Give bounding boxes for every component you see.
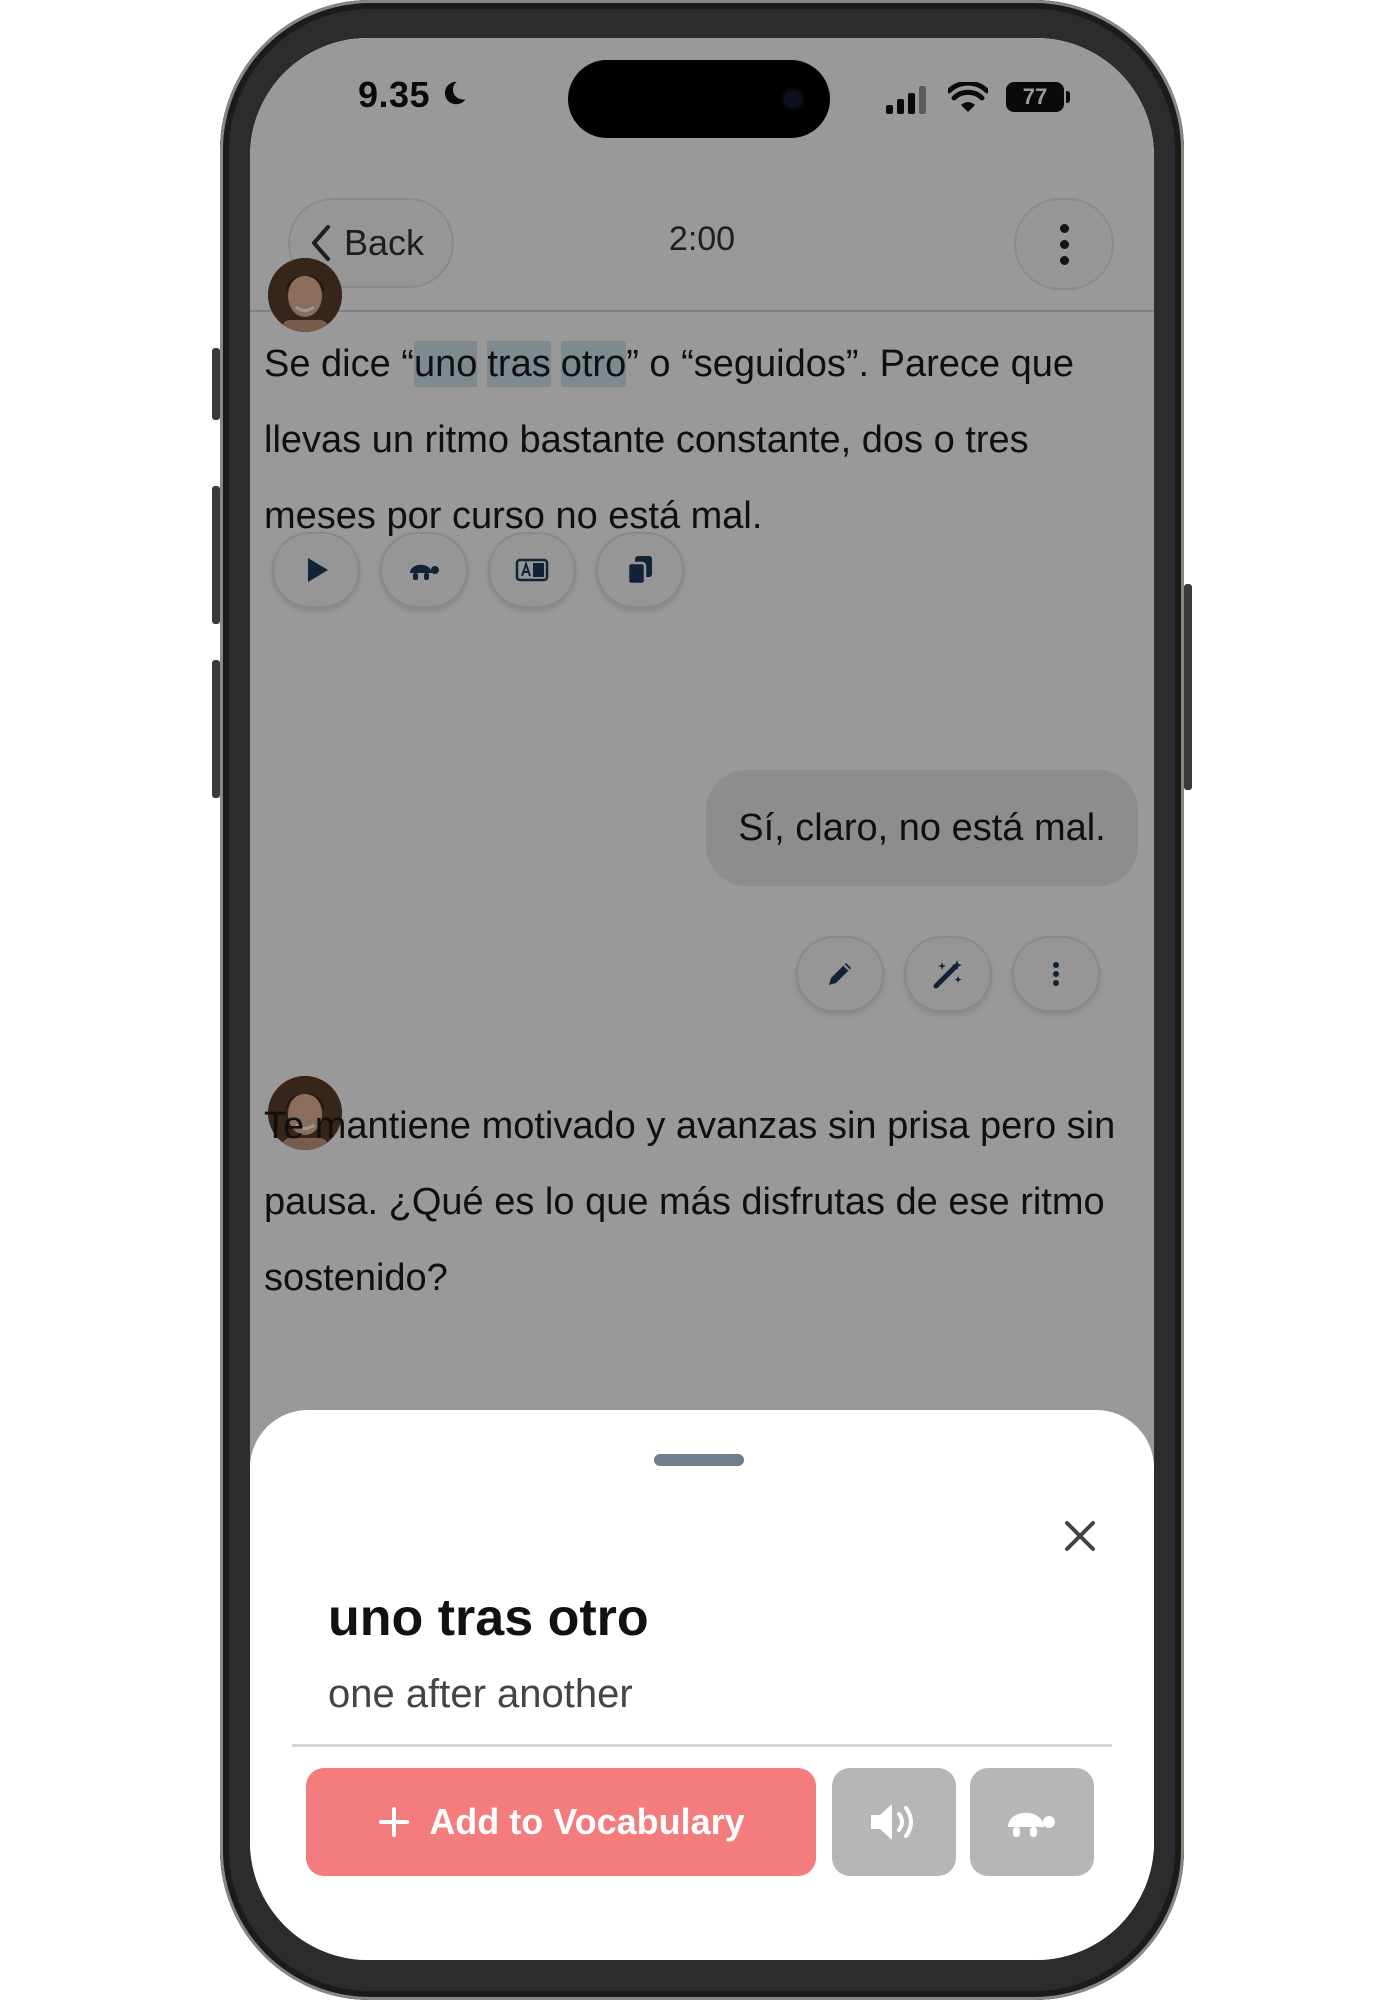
mute-switch	[212, 348, 220, 420]
sheet-drag-handle[interactable]	[654, 1454, 744, 1466]
add-to-vocabulary-button[interactable]: Add to Vocabulary	[306, 1768, 816, 1876]
volume-up-button	[212, 486, 220, 624]
plus-icon	[379, 1807, 410, 1837]
vocabulary-term: uno tras otro	[328, 1589, 649, 1647]
close-button[interactable]	[1058, 1514, 1102, 1558]
turtle-icon	[1008, 1812, 1055, 1837]
close-icon	[1065, 1521, 1095, 1551]
add-to-vocabulary-label: Add to Vocabulary	[429, 1801, 745, 1842]
volume-down-button	[212, 660, 220, 798]
speaker-icon	[871, 1804, 913, 1840]
slow-pronunciation-button[interactable]	[970, 1768, 1094, 1876]
term-translation: one after another	[328, 1672, 633, 1716]
word-detail-sheet: uno tras otro one after another Add to V…	[250, 1410, 1154, 1960]
phone-screen: 9.35 77 Back 2:00 Se dice “uno tras otro…	[250, 38, 1154, 1960]
play-pronunciation-button[interactable]	[832, 1768, 956, 1876]
divider	[292, 1744, 1112, 1747]
power-button	[1184, 584, 1192, 790]
